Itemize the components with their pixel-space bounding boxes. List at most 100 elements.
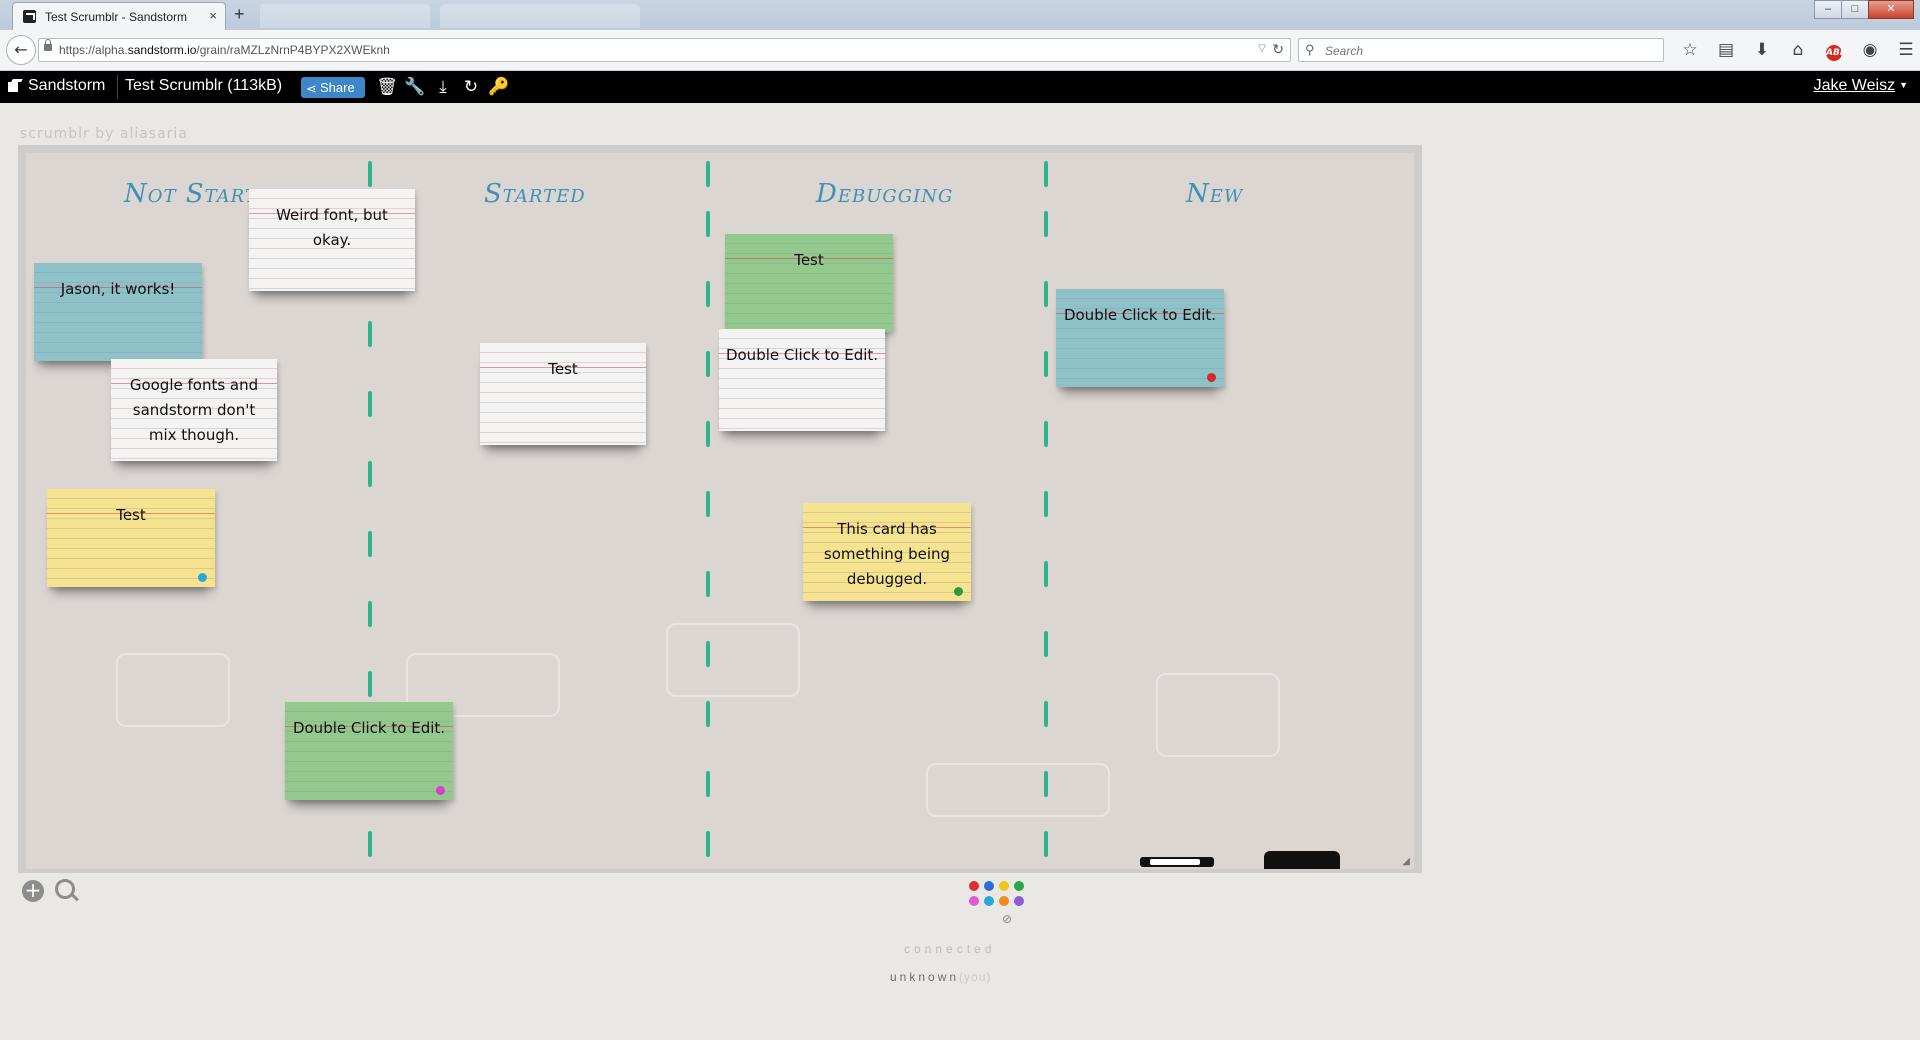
background-doodle — [666, 623, 800, 697]
key-icon[interactable]: 🔑 — [485, 77, 513, 97]
sandstorm-favicon-icon — [23, 10, 36, 23]
restart-icon[interactable]: ↻ — [457, 77, 485, 97]
palette-swatch-green[interactable] — [1014, 881, 1024, 891]
background-doodle — [1156, 673, 1280, 757]
scrum-board[interactable]: Not Started Started Debugging New Weird … — [26, 153, 1414, 869]
menu-icon[interactable]: ☰ — [1888, 40, 1920, 61]
grain-size: (113kB) — [227, 77, 283, 94]
palette-swatch-purple[interactable] — [1014, 896, 1024, 906]
caret-down-icon: ▼ — [1899, 80, 1908, 90]
user-name: Jake Weisz — [1813, 77, 1896, 94]
trash-icon[interactable]: 🗑 — [373, 77, 401, 97]
card[interactable]: Google fonts and sandstorm don't mix tho… — [111, 359, 277, 461]
reading-list-icon[interactable]: ▤ — [1708, 40, 1744, 61]
card-text: Jason, it works! — [60, 280, 176, 298]
url-text: https://alpha.sandstorm.io/grain/raMZLzN… — [59, 43, 390, 57]
download-icon[interactable]: ⬇ — [1744, 40, 1780, 61]
card[interactable]: Weird font, but okay. — [249, 189, 415, 291]
card-color-dot — [954, 587, 963, 596]
card[interactable]: Double Click to Edit. — [1056, 289, 1224, 387]
card[interactable]: Jason, it works! — [34, 263, 202, 361]
share-button[interactable]: ⋖ Share — [301, 77, 365, 98]
close-window-button[interactable]: ✕ — [1868, 0, 1914, 19]
palette-swatch-red[interactable] — [969, 881, 979, 891]
search-icon: ⚲ — [1305, 42, 1315, 57]
search-bar[interactable]: ⚲ — [1298, 38, 1664, 62]
tab-close-icon[interactable]: × — [209, 8, 217, 23]
url-domain: sandstorm.io — [127, 43, 197, 57]
browser-nav-bar: ← https://alpha.sandstorm.io/grain/raMZL… — [0, 30, 1920, 71]
back-button[interactable]: ← — [6, 35, 36, 65]
window-controls: – □ ✕ — [1814, 0, 1914, 19]
user-line: unknown(you) — [890, 970, 991, 984]
palette-swatch-cyan[interactable] — [984, 896, 994, 906]
download-backup-icon[interactable]: ⤓ — [429, 77, 457, 97]
zoom-icon[interactable] — [55, 879, 75, 899]
card[interactable]: Double Click to Edit. — [285, 702, 453, 800]
user-menu[interactable]: Jake Weisz ▼ — [1814, 77, 1908, 95]
lock-icon — [44, 39, 52, 51]
share-icon: ⋖ — [306, 81, 317, 96]
grain-tools: 🗑 🔧 ⤓ ↻ 🔑 — [373, 77, 513, 97]
you-label: (you) — [959, 970, 992, 984]
card-color-dot — [436, 786, 445, 795]
column-divider[interactable] — [1042, 153, 1052, 869]
search-input[interactable] — [1323, 41, 1647, 61]
card-text: Double Click to Edit. — [725, 346, 879, 364]
card-text: This card has something being debugged. — [823, 520, 951, 588]
new-tab-button[interactable]: + — [234, 4, 245, 25]
adblock-icon[interactable]: ABP — [1816, 40, 1852, 61]
sandstorm-logo-icon[interactable] — [8, 79, 22, 93]
column-title-new[interactable]: New — [1186, 179, 1243, 209]
background-doodle — [116, 653, 230, 727]
eraser-tool[interactable] — [1264, 851, 1340, 869]
background-tab[interactable] — [440, 4, 640, 28]
palette-swatch-blue[interactable] — [984, 881, 994, 891]
browser-tab[interactable]: Test Scrumblr - Sandstorm × — [12, 2, 226, 30]
grain-title[interactable]: Test Scrumblr (113kB) — [125, 77, 282, 95]
minimize-button[interactable]: – — [1814, 0, 1842, 19]
column-title-started[interactable]: Started — [484, 179, 586, 209]
card-text: Test — [794, 251, 824, 269]
sandstorm-topbar: Sandstorm Test Scrumblr (113kB) ⋖ Share … — [0, 71, 1920, 103]
card-color-dot — [1207, 373, 1216, 382]
reload-icon[interactable]: ↻ — [1272, 41, 1284, 58]
chat-icon[interactable]: ◉ — [1852, 40, 1888, 61]
color-palette: ⊘ — [966, 878, 1026, 928]
card[interactable]: Test — [47, 489, 215, 587]
bookmark-star-icon[interactable]: ☆ — [1672, 40, 1708, 61]
home-icon[interactable]: ⌂ — [1780, 40, 1816, 61]
maximize-button[interactable]: □ — [1841, 0, 1869, 19]
card-text: Test — [548, 360, 578, 378]
card[interactable]: Test — [725, 234, 893, 332]
card-text: Test — [116, 506, 146, 524]
card[interactable]: This card has something being debugged. — [803, 503, 971, 601]
card-text: Double Click to Edit. — [292, 719, 446, 737]
toolbar-icons: ☆ ▤ ⬇ ⌂ ABP ◉ ☰ — [1672, 40, 1920, 61]
sandstorm-brand[interactable]: Sandstorm — [28, 77, 105, 95]
url-dropdown-icon[interactable]: ▽ — [1258, 43, 1266, 54]
background-tab[interactable] — [260, 4, 430, 28]
url-bar[interactable]: https://alpha.sandstorm.io/grain/raMZLzN… — [38, 38, 1291, 62]
board-resize-icon[interactable]: ◢ — [1402, 856, 1410, 867]
no-color-icon[interactable]: ⊘ — [1002, 912, 1012, 926]
topbar-divider — [117, 75, 118, 99]
card-text: Weird font, but okay. — [276, 206, 388, 249]
tab-title: Test Scrumblr - Sandstorm — [45, 10, 188, 24]
column-divider[interactable] — [704, 153, 714, 869]
add-card-icon[interactable]: + — [22, 880, 44, 902]
card-color-dot — [198, 573, 207, 582]
card[interactable]: Test — [480, 343, 646, 445]
palette-swatch-orange[interactable] — [999, 896, 1009, 906]
user-name-label[interactable]: unknown — [890, 970, 959, 984]
app-brand: scrumblr by aliasaria — [20, 126, 188, 142]
card[interactable]: Double Click to Edit. — [719, 329, 885, 431]
share-label: Share — [320, 80, 355, 95]
card-text: Google fonts and sandstorm don't mix tho… — [129, 376, 259, 444]
marker-tool[interactable] — [1140, 857, 1214, 867]
palette-swatch-pink[interactable] — [969, 896, 979, 906]
wrench-icon[interactable]: 🔧 — [401, 77, 429, 97]
connection-status: connected — [904, 942, 996, 956]
column-title-debugging[interactable]: Debugging — [816, 179, 953, 209]
palette-swatch-yellow[interactable] — [999, 881, 1009, 891]
